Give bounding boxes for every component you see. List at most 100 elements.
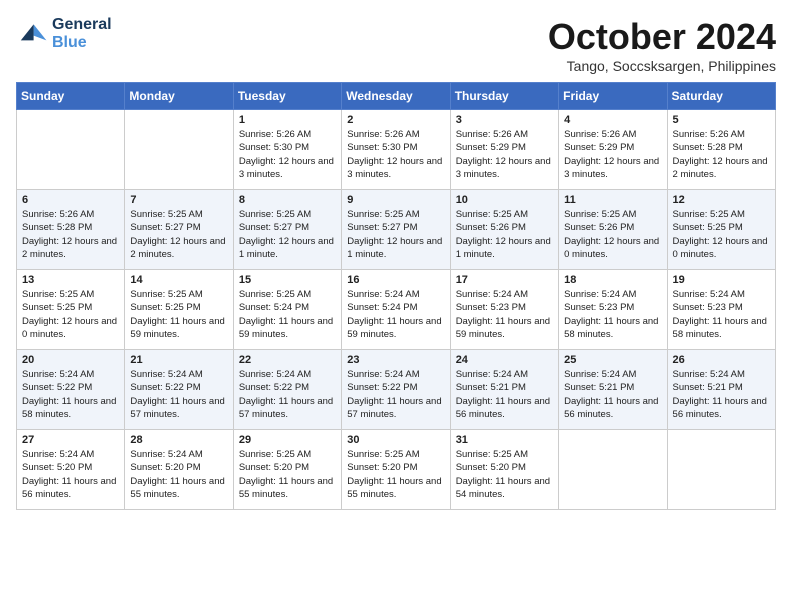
day-number: 10 xyxy=(456,194,553,206)
cell-info: Sunrise: 5:25 AMSunset: 5:27 PMDaylight:… xyxy=(239,208,336,261)
day-number: 15 xyxy=(239,274,336,286)
cell-info: Sunrise: 5:25 AMSunset: 5:24 PMDaylight:… xyxy=(239,288,336,341)
calendar-cell: 23 Sunrise: 5:24 AMSunset: 5:22 PMDayligh… xyxy=(342,350,450,430)
cell-info: Sunrise: 5:25 AMSunset: 5:25 PMDaylight:… xyxy=(130,288,227,341)
day-number: 18 xyxy=(564,274,661,286)
day-number: 7 xyxy=(130,194,227,206)
calendar-week-4: 20 Sunrise: 5:24 AMSunset: 5:22 PMDayligh… xyxy=(17,350,776,430)
calendar-cell xyxy=(125,110,233,190)
cell-info: Sunrise: 5:26 AMSunset: 5:30 PMDaylight:… xyxy=(239,128,336,181)
calendar-cell xyxy=(559,430,667,510)
calendar-cell: 9 Sunrise: 5:25 AMSunset: 5:27 PMDaylight… xyxy=(342,190,450,270)
calendar-cell: 22 Sunrise: 5:24 AMSunset: 5:22 PMDayligh… xyxy=(233,350,341,430)
weekday-header-thursday: Thursday xyxy=(450,83,558,110)
day-number: 23 xyxy=(347,354,444,366)
day-number: 17 xyxy=(456,274,553,286)
cell-info: Sunrise: 5:24 AMSunset: 5:22 PMDaylight:… xyxy=(22,368,119,421)
day-number: 1 xyxy=(239,114,336,126)
calendar-cell xyxy=(17,110,125,190)
cell-info: Sunrise: 5:24 AMSunset: 5:22 PMDaylight:… xyxy=(239,368,336,421)
weekday-header-sunday: Sunday xyxy=(17,83,125,110)
calendar-table: SundayMondayTuesdayWednesdayThursdayFrid… xyxy=(16,82,776,510)
day-number: 26 xyxy=(673,354,770,366)
calendar-week-5: 27 Sunrise: 5:24 AMSunset: 5:20 PMDayligh… xyxy=(17,430,776,510)
logo-text-line1: General xyxy=(52,16,112,34)
day-number: 14 xyxy=(130,274,227,286)
cell-info: Sunrise: 5:25 AMSunset: 5:25 PMDaylight:… xyxy=(22,288,119,341)
cell-info: Sunrise: 5:25 AMSunset: 5:27 PMDaylight:… xyxy=(347,208,444,261)
calendar-cell: 30 Sunrise: 5:25 AMSunset: 5:20 PMDayligh… xyxy=(342,430,450,510)
day-number: 31 xyxy=(456,434,553,446)
calendar-cell: 17 Sunrise: 5:24 AMSunset: 5:23 PMDayligh… xyxy=(450,270,558,350)
weekday-header-monday: Monday xyxy=(125,83,233,110)
day-number: 29 xyxy=(239,434,336,446)
calendar-cell: 13 Sunrise: 5:25 AMSunset: 5:25 PMDayligh… xyxy=(17,270,125,350)
cell-info: Sunrise: 5:25 AMSunset: 5:20 PMDaylight:… xyxy=(239,448,336,501)
cell-info: Sunrise: 5:25 AMSunset: 5:26 PMDaylight:… xyxy=(456,208,553,261)
calendar-cell: 25Sunrise: 5:24 AMSunset: 5:21 PMDayligh… xyxy=(559,350,667,430)
calendar-cell: 14 Sunrise: 5:25 AMSunset: 5:25 PMDayligh… xyxy=(125,270,233,350)
cell-info: Sunrise: 5:25 AMSunset: 5:27 PMDaylight:… xyxy=(130,208,227,261)
cell-info: Sunrise: 5:25 AMSunset: 5:20 PMDaylight:… xyxy=(347,448,444,501)
calendar-cell: 4Sunrise: 5:26 AMSunset: 5:29 PMDaylight… xyxy=(559,110,667,190)
calendar-cell: 5Sunrise: 5:26 AMSunset: 5:28 PMDaylight… xyxy=(667,110,775,190)
day-number: 24 xyxy=(456,354,553,366)
calendar-week-2: 6 Sunrise: 5:26 AMSunset: 5:28 PMDaylight… xyxy=(17,190,776,270)
day-number: 2 xyxy=(347,114,444,126)
calendar-cell: 3 Sunrise: 5:26 AMSunset: 5:29 PMDaylight… xyxy=(450,110,558,190)
calendar-cell: 6 Sunrise: 5:26 AMSunset: 5:28 PMDaylight… xyxy=(17,190,125,270)
cell-info: Sunrise: 5:24 AMSunset: 5:21 PMDaylight:… xyxy=(564,368,661,421)
calendar-cell: 18 Sunrise: 5:24 AMSunset: 5:23 PMDayligh… xyxy=(559,270,667,350)
calendar-week-3: 13 Sunrise: 5:25 AMSunset: 5:25 PMDayligh… xyxy=(17,270,776,350)
cell-info: Sunrise: 5:24 AMSunset: 5:21 PMDaylight:… xyxy=(456,368,553,421)
cell-info: Sunrise: 5:26 AMSunset: 5:30 PMDaylight:… xyxy=(347,128,444,181)
day-number: 6 xyxy=(22,194,119,206)
calendar-cell: 11Sunrise: 5:25 AMSunset: 5:26 PMDayligh… xyxy=(559,190,667,270)
cell-info: Sunrise: 5:24 AMSunset: 5:22 PMDaylight:… xyxy=(130,368,227,421)
day-number: 3 xyxy=(456,114,553,126)
cell-info: Sunrise: 5:24 AMSunset: 5:23 PMDaylight:… xyxy=(456,288,553,341)
cell-info: Sunrise: 5:24 AMSunset: 5:23 PMDaylight:… xyxy=(673,288,770,341)
cell-info: Sunrise: 5:26 AMSunset: 5:29 PMDaylight:… xyxy=(456,128,553,181)
day-number: 4 xyxy=(564,114,661,126)
calendar-cell: 15 Sunrise: 5:25 AMSunset: 5:24 PMDayligh… xyxy=(233,270,341,350)
logo-icon xyxy=(16,18,48,50)
cell-info: Sunrise: 5:25 AMSunset: 5:26 PMDaylight:… xyxy=(564,208,661,261)
cell-info: Sunrise: 5:24 AMSunset: 5:20 PMDaylight:… xyxy=(130,448,227,501)
calendar-cell: 12Sunrise: 5:25 AMSunset: 5:25 PMDayligh… xyxy=(667,190,775,270)
calendar-cell: 31 Sunrise: 5:25 AMSunset: 5:20 PMDayligh… xyxy=(450,430,558,510)
weekday-header-row: SundayMondayTuesdayWednesdayThursdayFrid… xyxy=(17,83,776,110)
day-number: 13 xyxy=(22,274,119,286)
cell-info: Sunrise: 5:24 AMSunset: 5:22 PMDaylight:… xyxy=(347,368,444,421)
cell-info: Sunrise: 5:24 AMSunset: 5:23 PMDaylight:… xyxy=(564,288,661,341)
cell-info: Sunrise: 5:26 AMSunset: 5:28 PMDaylight:… xyxy=(22,208,119,261)
day-number: 16 xyxy=(347,274,444,286)
page-header: General Blue October 2024 Tango, Soccsks… xyxy=(16,16,776,74)
day-number: 22 xyxy=(239,354,336,366)
cell-info: Sunrise: 5:24 AMSunset: 5:20 PMDaylight:… xyxy=(22,448,119,501)
calendar-cell: 29 Sunrise: 5:25 AMSunset: 5:20 PMDayligh… xyxy=(233,430,341,510)
logo: General Blue xyxy=(16,16,112,52)
cell-info: Sunrise: 5:24 AMSunset: 5:21 PMDaylight:… xyxy=(673,368,770,421)
calendar-cell: 10 Sunrise: 5:25 AMSunset: 5:26 PMDayligh… xyxy=(450,190,558,270)
calendar-cell: 27 Sunrise: 5:24 AMSunset: 5:20 PMDayligh… xyxy=(17,430,125,510)
weekday-header-saturday: Saturday xyxy=(667,83,775,110)
calendar-cell: 21 Sunrise: 5:24 AMSunset: 5:22 PMDayligh… xyxy=(125,350,233,430)
calendar-cell: 2 Sunrise: 5:26 AMSunset: 5:30 PMDaylight… xyxy=(342,110,450,190)
day-number: 27 xyxy=(22,434,119,446)
day-number: 21 xyxy=(130,354,227,366)
weekday-header-friday: Friday xyxy=(559,83,667,110)
cell-info: Sunrise: 5:25 AMSunset: 5:20 PMDaylight:… xyxy=(456,448,553,501)
location: Tango, Soccsksargen, Philippines xyxy=(548,58,776,74)
day-number: 9 xyxy=(347,194,444,206)
day-number: 20 xyxy=(22,354,119,366)
day-number: 5 xyxy=(673,114,770,126)
day-number: 19 xyxy=(673,274,770,286)
calendar-cell: 24 Sunrise: 5:24 AMSunset: 5:21 PMDayligh… xyxy=(450,350,558,430)
cell-info: Sunrise: 5:25 AMSunset: 5:25 PMDaylight:… xyxy=(673,208,770,261)
calendar-body: 1 Sunrise: 5:26 AMSunset: 5:30 PMDaylight… xyxy=(17,110,776,510)
calendar-cell: 28Sunrise: 5:24 AMSunset: 5:20 PMDayligh… xyxy=(125,430,233,510)
month-title: October 2024 xyxy=(548,16,776,58)
day-number: 30 xyxy=(347,434,444,446)
calendar-cell: 20 Sunrise: 5:24 AMSunset: 5:22 PMDayligh… xyxy=(17,350,125,430)
